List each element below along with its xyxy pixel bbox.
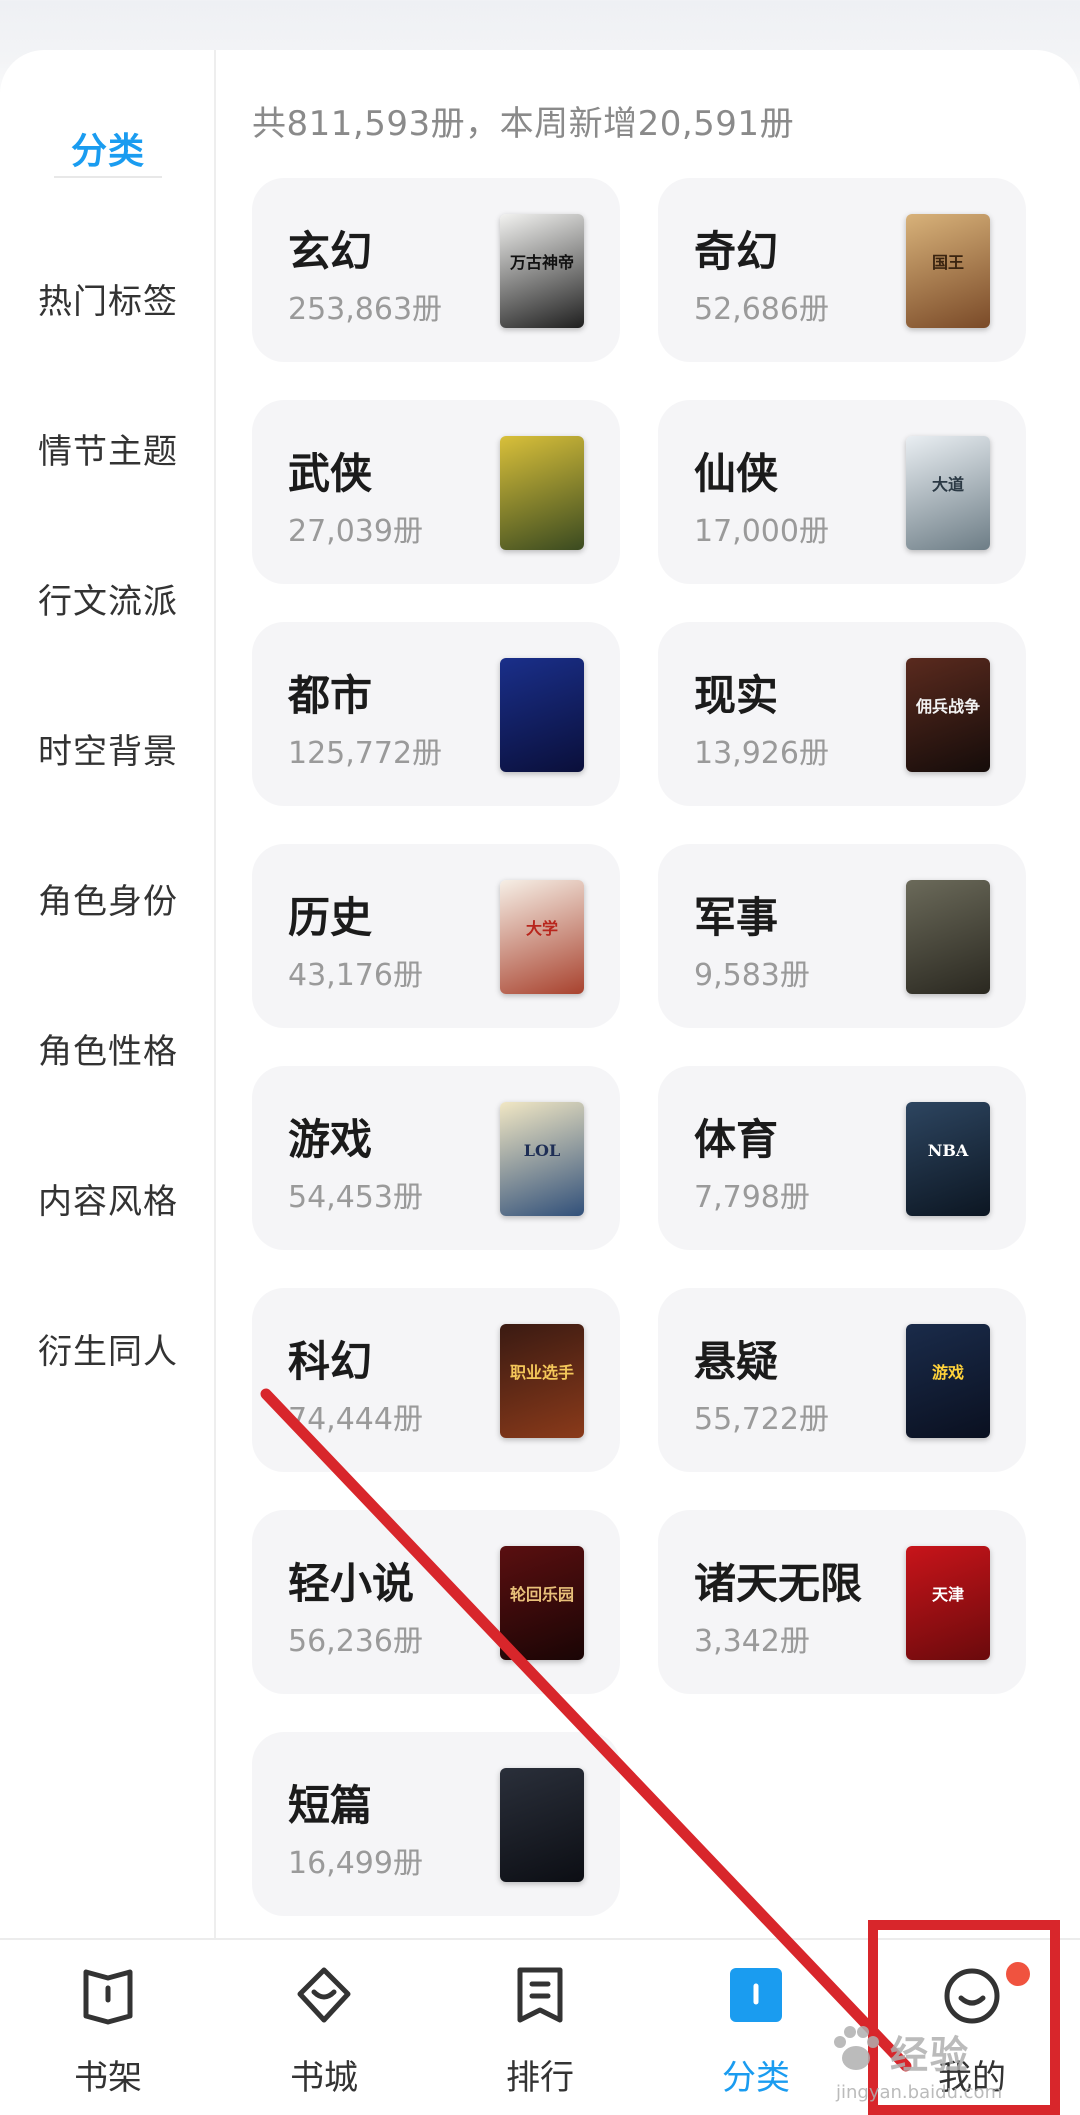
sidebar-item-time-space[interactable]: 时空背景: [0, 708, 216, 788]
book-cover-image: 佣兵战争: [906, 658, 990, 772]
category-name: 军事: [694, 893, 779, 942]
bookstore-icon: [297, 1967, 351, 2023]
book-cover-image: [500, 436, 584, 550]
category-card[interactable]: 武侠 27,039册: [252, 400, 620, 584]
category-count: 17,000册: [694, 514, 829, 549]
category-count: 16,499册: [288, 1846, 423, 1881]
book-cover-image: NBA: [906, 1102, 990, 1216]
sidebar-item-hot-tags[interactable]: 热门标签: [0, 258, 216, 338]
tab-label: 书架: [74, 2058, 142, 2098]
book-cover-image: 轮回乐园: [500, 1546, 584, 1660]
category-name: 武侠: [288, 449, 373, 498]
book-cover-image: 天津: [906, 1546, 990, 1660]
cover-title: 万古神帝: [509, 253, 574, 272]
category-name: 历史: [288, 893, 373, 942]
category-count: 55,722册: [694, 1402, 829, 1437]
category-name: 玄幻: [288, 227, 373, 276]
sidebar-item-category[interactable]: 分类: [0, 108, 216, 188]
category-name: 游戏: [288, 1115, 373, 1164]
category-name: 现实: [694, 671, 779, 720]
book-cover-image: [906, 880, 990, 994]
category-card[interactable]: 轻小说 56,236册 轮回乐园: [252, 1510, 620, 1694]
sidebar-item-writing-style[interactable]: 行文流派: [0, 558, 216, 638]
tab-label: 排行: [506, 2058, 574, 2098]
category-count: 125,772册: [288, 736, 443, 771]
category-name: 科幻: [288, 1337, 373, 1386]
category-card[interactable]: 仙侠 17,000册 大道: [658, 400, 1026, 584]
category-icon: [730, 1968, 782, 2022]
sidebar-item-content-style[interactable]: 内容风格: [0, 1158, 216, 1238]
category-count: 3,342册: [694, 1624, 810, 1659]
cover-title: 大道: [931, 475, 964, 494]
cover-title: 轮回乐园: [509, 1585, 574, 1604]
category-card[interactable]: 玄幻 253,863册 万古神帝: [252, 178, 620, 362]
paw-icon: [834, 2026, 879, 2070]
category-name: 悬疑: [694, 1337, 779, 1386]
category-card[interactable]: 奇幻 52,686册 国王: [658, 178, 1026, 362]
book-cover-image: [500, 658, 584, 772]
watermark-text: 经验: [890, 2033, 971, 2077]
cover-title: 大学: [525, 919, 558, 938]
category-card[interactable]: 历史 43,176册 大学: [252, 844, 620, 1028]
category-count: 54,453册: [288, 1180, 423, 1215]
category-card[interactable]: 科幻 74,444册 职业选手: [252, 1288, 620, 1472]
cover-title: 国王: [931, 253, 964, 272]
category-card[interactable]: 短篇 16,499册: [252, 1732, 620, 1916]
bookshelf-icon: [83, 1969, 133, 2025]
book-cover-image: 大学: [500, 880, 584, 994]
catalog-summary: 共811,593册，本周新增20,591册: [252, 104, 795, 144]
tab-label: 书城: [290, 2058, 358, 2098]
category-name: 短篇: [288, 1781, 373, 1830]
category-card[interactable]: 体育 7,798册 NBA: [658, 1066, 1026, 1250]
cover-title: 佣兵战争: [915, 697, 980, 716]
category-card[interactable]: 现实 13,926册 佣兵战争: [658, 622, 1026, 806]
category-count: 13,926册: [694, 736, 829, 771]
tab-bookshelf[interactable]: 书架: [0, 1940, 216, 2115]
category-name: 诸天无限: [694, 1559, 863, 1608]
book-cover-image: 万古神帝: [500, 214, 584, 328]
cover-title: 游戏: [931, 1363, 964, 1382]
category-name: 都市: [288, 671, 373, 720]
book-cover-image: LOL: [500, 1102, 584, 1216]
cover-title: 天津: [931, 1585, 964, 1604]
cover-title: 职业选手: [509, 1363, 574, 1382]
tab-bookstore[interactable]: 书城: [216, 1940, 432, 2115]
category-name: 体育: [694, 1115, 779, 1164]
category-name: 仙侠: [694, 449, 779, 498]
watermark-url: jingyan.baidu.com: [836, 2082, 1003, 2103]
category-card[interactable]: 都市 125,772册: [252, 622, 620, 806]
category-name: 奇幻: [694, 227, 779, 276]
book-cover-image: 大道: [906, 436, 990, 550]
category-count: 9,583册: [694, 958, 810, 993]
cover-title: NBA: [927, 1141, 969, 1160]
watermark: 经验 jingyan.baidu.com: [826, 2020, 1056, 2106]
category-name: 轻小说: [288, 1559, 415, 1608]
sidebar-item-role-identity[interactable]: 角色身份: [0, 858, 216, 938]
category-count: 74,444册: [288, 1402, 423, 1437]
category-count: 56,236册: [288, 1624, 423, 1659]
ranking-icon: [517, 1967, 563, 2023]
sidebar-item-role-character[interactable]: 角色性格: [0, 1008, 216, 1088]
category-count: 27,039册: [288, 514, 423, 549]
sidebar-item-plot-theme[interactable]: 情节主题: [0, 408, 216, 488]
book-cover-image: 国王: [906, 214, 990, 328]
category-card[interactable]: 悬疑 55,722册 游戏: [658, 1288, 1026, 1472]
category-count: 7,798册: [694, 1180, 810, 1215]
category-card[interactable]: 军事 9,583册: [658, 844, 1026, 1028]
book-cover-image: [500, 1768, 584, 1882]
sidebar-item-fan-fiction[interactable]: 衍生同人: [0, 1308, 216, 1388]
category-count: 253,863册: [288, 292, 443, 327]
book-cover-image: 游戏: [906, 1324, 990, 1438]
tab-ranking[interactable]: 排行: [432, 1940, 648, 2115]
category-card[interactable]: 诸天无限 3,342册 天津: [658, 1510, 1026, 1694]
category-card[interactable]: 游戏 54,453册 LOL: [252, 1066, 620, 1250]
book-cover-image: 职业选手: [500, 1324, 584, 1438]
cover-title: LOL: [523, 1141, 561, 1160]
category-count: 43,176册: [288, 958, 423, 993]
category-count: 52,686册: [694, 292, 829, 327]
